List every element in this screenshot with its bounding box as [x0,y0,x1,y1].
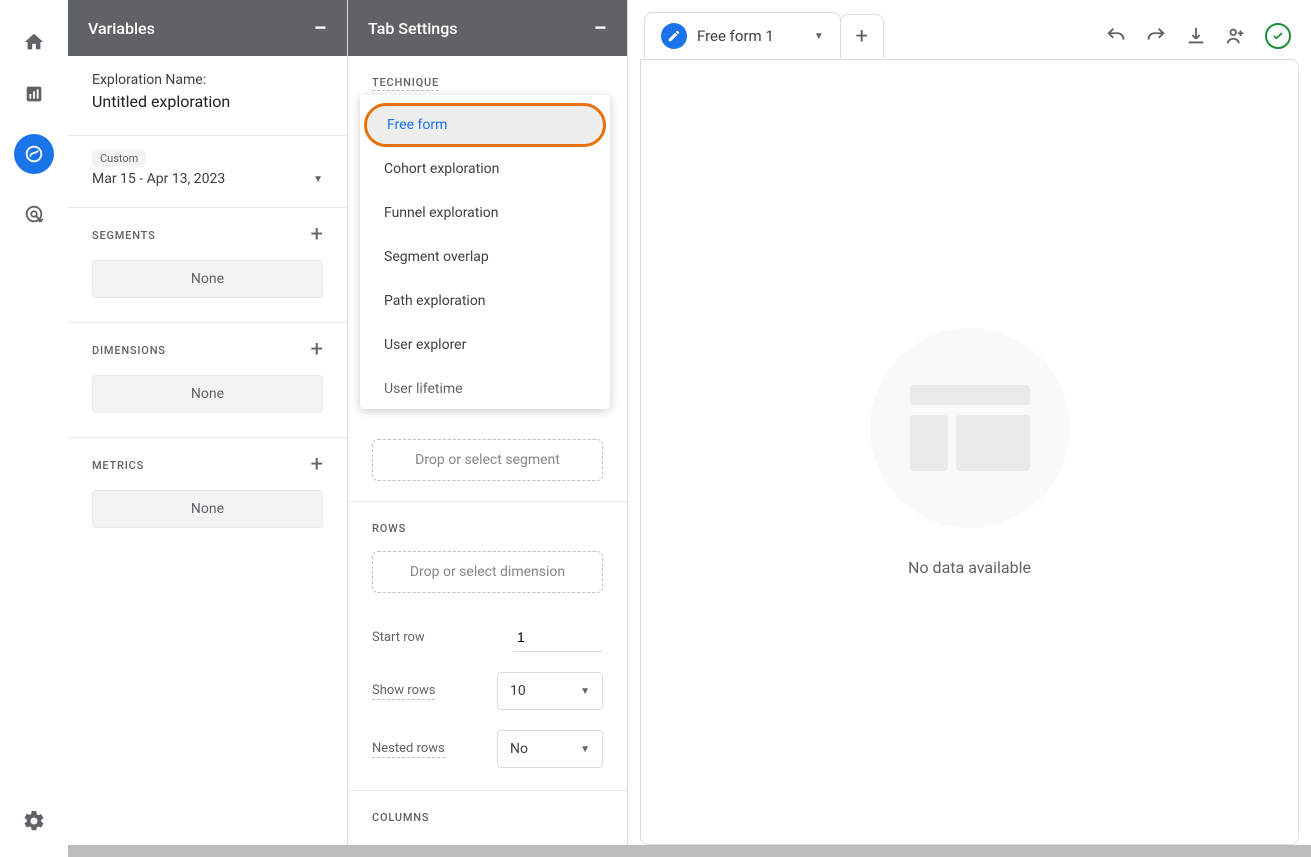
undo-icon[interactable] [1105,25,1127,47]
dimensions-section: DIMENSIONS + None [68,323,347,438]
add-tab-button[interactable]: + [840,14,884,58]
exploration-name-value[interactable]: Untitled exploration [92,92,323,111]
technique-option-user-explorer[interactable]: User explorer [360,323,610,367]
technique-dropdown: Free form Cohort exploration Funnel expl… [360,95,610,409]
exploration-name-section: Exploration Name: Untitled exploration [68,56,347,136]
canvas-body: No data available [640,59,1299,845]
metrics-none: None [92,490,323,528]
nested-rows-select[interactable]: No ▼ [497,730,603,768]
technique-option-segment-overlap[interactable]: Segment overlap [360,235,610,279]
drop-segment-zone[interactable]: Drop or select segment [372,439,603,481]
variables-header: Variables − [68,0,347,56]
add-segment-button[interactable]: + [311,224,323,246]
variables-title: Variables [88,19,155,38]
columns-label: COLUMNS [348,791,627,832]
canvas-area: Free form 1 ▼ + [628,0,1311,857]
start-row-input[interactable] [513,623,603,652]
reports-icon[interactable] [22,82,46,106]
technique-option-cohort[interactable]: Cohort exploration [360,147,610,191]
share-icon[interactable] [1225,25,1247,47]
technique-option-path[interactable]: Path exploration [360,279,610,323]
dropdown-caret-icon: ▼ [313,174,323,185]
advertising-icon[interactable] [22,202,46,226]
no-data-message: No data available [908,558,1031,577]
segments-section: SEGMENTS + None [68,208,347,323]
segments-none: None [92,260,323,298]
rows-label: ROWS [348,502,627,543]
add-metric-button[interactable]: + [311,454,323,476]
technique-option-free-form[interactable]: Free form [364,103,606,147]
date-range-section[interactable]: Custom Mar 15 - Apr 13, 2023 ▼ [68,136,347,208]
redo-icon[interactable] [1145,25,1167,47]
date-range-value: Mar 15 - Apr 13, 2023 [92,171,225,187]
dimensions-label: DIMENSIONS [92,344,166,357]
drop-dimension-zone[interactable]: Drop or select dimension [372,551,603,593]
horizontal-scrollbar[interactable] [68,845,1311,857]
canvas-tab[interactable]: Free form 1 ▼ [644,12,841,59]
metrics-label: METRICS [92,459,144,472]
download-icon[interactable] [1185,25,1207,47]
canvas-tab-name: Free form 1 [697,27,774,45]
status-check-icon[interactable] [1265,23,1291,49]
nested-rows-label: Nested rows [372,741,445,758]
collapse-icon[interactable]: − [594,14,608,42]
dropdown-caret-icon: ▼ [580,744,590,755]
explore-icon[interactable] [14,134,54,174]
start-row-label: Start row [372,630,425,645]
home-icon[interactable] [22,30,46,54]
dimensions-none: None [92,375,323,413]
exploration-name-label: Exploration Name: [92,72,323,88]
technique-option-funnel[interactable]: Funnel exploration [360,191,610,235]
left-nav-rail [0,0,68,857]
metrics-section: METRICS + None [68,438,347,552]
collapse-icon[interactable]: − [314,14,328,42]
technique-label: TECHNIQUE [348,56,627,99]
variables-panel: Variables − Exploration Name: Untitled e… [68,0,348,857]
segments-label: SEGMENTS [92,229,156,242]
tab-settings-title: Tab Settings [368,19,458,38]
placeholder-graphic [870,328,1070,528]
show-rows-select[interactable]: 10 ▼ [497,672,603,710]
date-range-chip: Custom [92,150,146,167]
tab-settings-panel: Tab Settings − TECHNIQUE Drop or select … [348,0,628,857]
show-rows-label: Show rows [372,683,435,700]
tab-dropdown-icon[interactable]: ▼ [814,31,824,42]
edit-icon [661,23,687,49]
tab-settings-header: Tab Settings − [348,0,627,56]
dropdown-caret-icon: ▼ [580,686,590,697]
settings-icon[interactable] [22,809,46,833]
technique-option-user-lifetime[interactable]: User lifetime [360,367,610,401]
add-dimension-button[interactable]: + [311,339,323,361]
